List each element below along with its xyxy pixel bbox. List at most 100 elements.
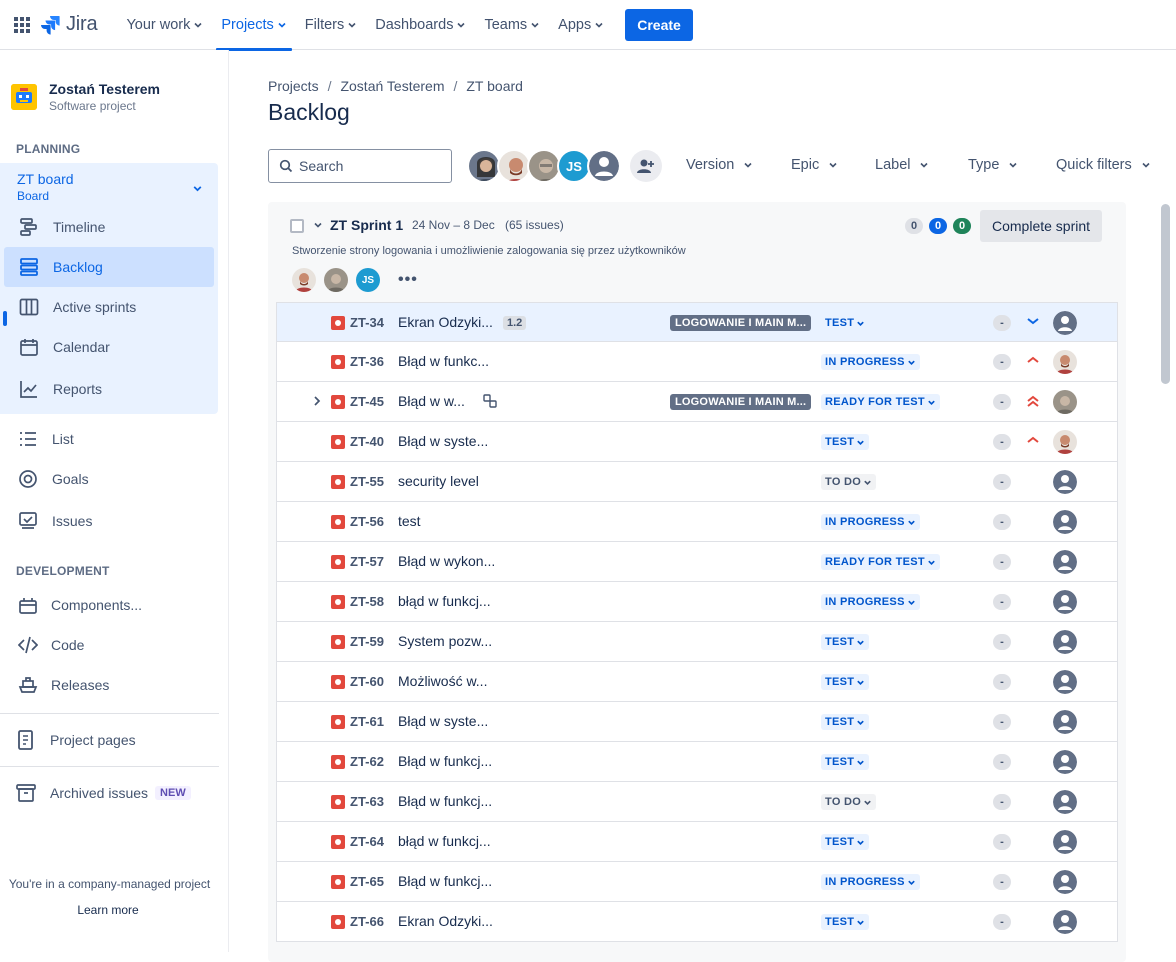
sidebar-item-issues[interactable]: Issues [0,501,218,541]
search-field[interactable] [268,149,452,183]
issue-key[interactable]: ZT-55 [350,474,384,489]
sidebar-item-project-pages[interactable]: Project pages [0,720,218,760]
assignee-avatar[interactable] [1053,311,1077,335]
assignee-avatar[interactable] [1053,390,1077,414]
issue-row[interactable]: ZT-60 Możliwość w... TEST - [276,662,1118,702]
status-dropdown[interactable]: IN PROGRESS [821,594,920,610]
assignee-avatar[interactable] [1053,830,1077,854]
issue-row[interactable]: ZT-61 Błąd w syste... TEST - [276,702,1118,742]
issue-key[interactable]: ZT-45 [350,394,384,409]
issue-summary[interactable]: błąd w funkcj... [398,593,491,609]
estimate-badge[interactable]: - [993,714,1011,730]
assignee-avatar[interactable] [1053,430,1077,454]
user-avatar[interactable] [467,149,501,183]
issue-key[interactable]: ZT-66 [350,914,384,929]
nav-item-filters[interactable]: Filters [296,0,366,50]
issue-summary[interactable]: Błąd w funkcj... [398,873,492,889]
status-dropdown[interactable]: TEST [821,714,870,730]
issue-row[interactable]: ZT-59 System pozw... TEST - [276,622,1118,662]
sprint-collapse-chevron-icon[interactable] [313,220,323,230]
user-avatar-initials[interactable]: JS [557,149,591,183]
status-dropdown[interactable]: TEST [821,754,870,770]
estimate-badge[interactable]: - [993,834,1011,850]
issue-key[interactable]: ZT-58 [350,594,384,609]
status-dropdown[interactable]: TEST [821,914,870,930]
estimate-badge[interactable]: - [993,594,1011,610]
issue-row[interactable]: ZT-34 Ekran Odzyki... 1.2 LOGOWANIE I MAIN … [276,302,1118,342]
issue-key[interactable]: ZT-36 [350,354,384,369]
issue-summary[interactable]: System pozw... [398,633,492,649]
issue-row[interactable]: ZT-40 Błąd w syste... TEST - [276,422,1118,462]
add-people-icon[interactable] [630,150,662,182]
status-dropdown[interactable]: TEST [821,634,870,650]
issue-summary[interactable]: Ekran Odzyki... [398,314,493,330]
issue-row[interactable]: ZT-55 security level TO DO - [276,462,1118,502]
issue-row[interactable]: ZT-64 błąd w funkcj... TEST - [276,822,1118,862]
assignee-avatar[interactable] [1053,870,1077,894]
learn-more-link[interactable]: Learn more [0,903,216,917]
status-dropdown[interactable]: IN PROGRESS [821,514,920,530]
sidebar-item-components[interactable]: Components... [0,585,218,625]
issue-summary[interactable]: Błąd w w... [398,393,465,409]
user-avatar[interactable] [292,268,316,292]
status-dropdown[interactable]: READY FOR TEST [821,554,940,570]
status-dropdown[interactable]: READY FOR TEST [821,394,940,410]
issue-row[interactable]: ZT-45 Błąd w w... LOGOWANIE I MAIN M... RE… [276,382,1118,422]
status-dropdown[interactable]: IN PROGRESS [821,354,920,370]
issue-summary[interactable]: Błąd w wykon... [398,553,495,569]
issue-key[interactable]: ZT-63 [350,794,384,809]
user-avatar[interactable] [497,149,531,183]
nav-item-teams[interactable]: Teams [475,0,549,50]
estimate-badge[interactable]: - [993,554,1011,570]
filter-label[interactable]: Label [875,157,929,173]
sidebar-item-timeline[interactable]: Timeline [0,207,218,247]
issue-key[interactable]: ZT-40 [350,434,384,449]
user-avatar[interactable] [527,149,561,183]
issue-row[interactable]: ZT-65 Błąd w funkcj... IN PROGRESS - [276,862,1118,902]
assignee-avatar[interactable] [1053,470,1077,494]
app-switcher-grid-icon[interactable] [4,7,40,43]
estimate-badge[interactable]: - [993,634,1011,650]
board-selector[interactable]: ZT board Board [17,171,74,203]
nav-item-your-work[interactable]: Your work [117,0,212,50]
sprint-select-checkbox[interactable] [290,219,304,233]
issue-row[interactable]: ZT-66 Ekran Odzyki... TEST - [276,902,1118,942]
filter-type[interactable]: Type [968,157,1018,173]
issue-row[interactable]: ZT-58 błąd w funkcj... IN PROGRESS - [276,582,1118,622]
filter-quick-filters[interactable]: Quick filters [1056,157,1151,173]
user-avatar-initials[interactable]: JS [356,268,380,292]
status-dropdown[interactable]: TO DO [821,794,877,810]
issue-key[interactable]: ZT-60 [350,674,384,689]
issue-row[interactable]: ZT-36 Błąd w funkc... IN PROGRESS - [276,342,1118,382]
project-header[interactable]: Zostań Testerem Software project [11,81,160,113]
sidebar-item-active-sprints[interactable]: Active sprints [0,287,218,327]
vertical-scrollbar[interactable] [1161,204,1170,384]
board-selector-chevron-down-icon[interactable] [192,183,203,194]
issue-summary[interactable]: Błąd w funkc... [398,353,489,369]
estimate-badge[interactable]: - [993,874,1011,890]
expand-chevron-right-icon[interactable] [313,395,321,407]
assignee-avatar[interactable] [1053,790,1077,814]
epic-lozenge[interactable]: LOGOWANIE I MAIN M... [670,394,812,410]
estimate-badge[interactable]: - [993,474,1011,490]
estimate-badge[interactable]: - [993,514,1011,530]
issue-key[interactable]: ZT-56 [350,514,384,529]
sprint-name[interactable]: ZT Sprint 1 [330,217,403,233]
assignee-avatar[interactable] [1053,910,1077,934]
complete-sprint-button[interactable]: Complete sprint [980,210,1103,242]
filter-version[interactable]: Version [686,157,753,173]
assignee-avatar[interactable] [1053,590,1077,614]
estimate-badge[interactable]: - [993,794,1011,810]
assignee-avatar[interactable] [1053,710,1077,734]
sidebar-item-code[interactable]: Code [0,625,218,665]
issue-summary[interactable]: Możliwość w... [398,673,487,689]
issue-summary[interactable]: security level [398,473,479,489]
issue-summary[interactable]: Błąd w funkcj... [398,753,492,769]
sidebar-item-list[interactable]: List [0,419,218,459]
sidebar-item-backlog[interactable]: Backlog [4,247,214,287]
create-button[interactable]: Create [625,8,693,41]
issue-row[interactable]: ZT-63 Błąd w funkcj... TO DO - [276,782,1118,822]
breadcrumb-projects[interactable]: Projects [268,78,319,94]
jira-logo[interactable]: Jira [40,13,98,36]
sidebar-item-goals[interactable]: Goals [0,459,218,499]
